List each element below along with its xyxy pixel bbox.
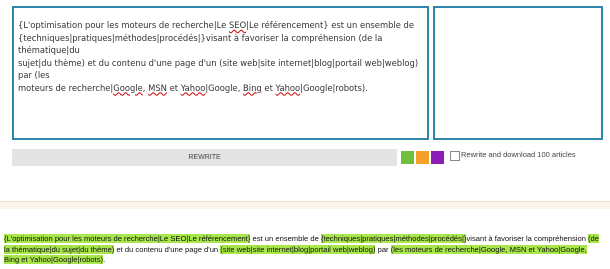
result-text: et du contenu d'une page d'un [114,244,221,254]
misspelled-word: MSN [148,82,167,93]
editor-text: et [261,82,276,93]
editor-line: {techniques|pratiques|méthodes|procédés|… [18,32,383,56]
misspelled-word: Yahoo [275,82,301,93]
editor-text: {L'optimisation pour les moteurs de rech… [18,20,229,30]
editor-line: sujet|du thème) et du contenu d'une page… [18,57,419,81]
editor-text: |Google|robots). [300,82,368,93]
editor-text: |Le référencement} est un ensemble de [246,20,415,30]
editor-line: moteurs de recherche|Google, MSN et Yaho… [18,82,423,95]
highlighted-result: {L'optimisation pour les moteurs de rech… [4,234,604,266]
editor-text: et [166,82,181,93]
result-text: . [103,255,106,264]
rewrite-button[interactable]: REWRITE [12,149,397,166]
purple-color-swatch[interactable] [431,151,444,164]
green-color-swatch[interactable] [401,151,414,164]
result-text: est un ensemble de [250,234,321,243]
misspelled-word: Bing [243,82,262,93]
editor-line: {L'optimisation pour les moteurs de rech… [18,19,423,32]
misspelled-word: Yahoo [180,82,206,93]
spin-group-highlight: {techniques|pratiques|méthodes|procédés|… [320,234,467,243]
result-text: visant à favoriser la compréhension [466,234,589,243]
download-checkbox-label: Rewrite and download 100 articles [461,150,576,159]
preview-panel[interactable] [433,6,603,140]
download-checkbox[interactable] [450,151,460,161]
editor-text: moteurs de recherche| [18,82,114,93]
result-text: par [375,244,391,254]
orange-color-swatch[interactable] [416,151,429,164]
spin-group-highlight: (site web|site internet|blog|portail web… [220,244,376,254]
spin-text-editor[interactable]: {L'optimisation pour les moteurs de rech… [12,6,429,140]
misspelled-word: SEO [228,20,247,30]
section-divider [0,201,610,209]
misspelled-word: Google [113,82,143,93]
spin-group-highlight: {L'optimisation pour les moteurs de rech… [4,234,251,243]
editor-text: |Google, [205,82,244,93]
